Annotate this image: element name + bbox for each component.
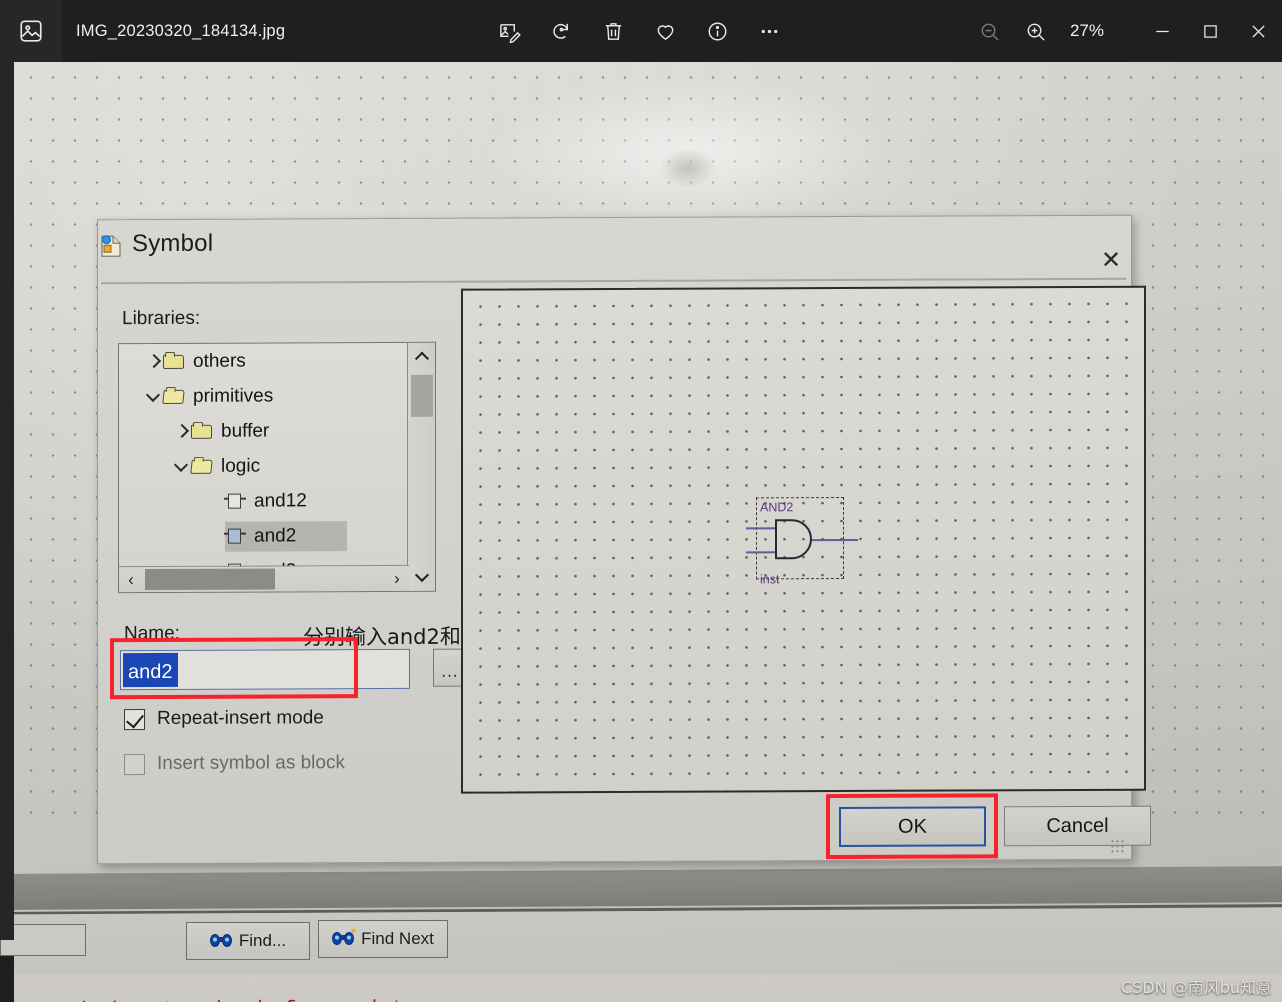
app-title-bar: IMG_20230320_184134.jpg 27%: [0, 0, 1282, 62]
instance-name-label: inst: [760, 572, 780, 587]
zoom-out-icon[interactable]: [974, 15, 1006, 47]
tree-item-and2[interactable]: and2: [119, 518, 404, 554]
scrollbar-thumb[interactable]: [145, 568, 275, 591]
more-options-icon[interactable]: [753, 15, 785, 47]
binoculars-next-icon: ✦: [332, 927, 358, 946]
find-button-label: Find...: [238, 931, 287, 950]
info-icon[interactable]: [701, 15, 733, 47]
rotate-icon[interactable]: [545, 15, 577, 47]
checkbox-icon[interactable]: [124, 753, 145, 775]
tree-item-primitives[interactable]: primitives: [119, 378, 404, 414]
symbol-file-icon: [98, 233, 124, 259]
zoom-in-icon[interactable]: [1020, 15, 1052, 47]
zoom-controls: 27%: [974, 15, 1104, 47]
resize-grip[interactable]: [1110, 838, 1126, 855]
libraries-tree[interactable]: others primitives buffer logic and12 and…: [118, 341, 436, 594]
tree-item-label: others: [193, 350, 246, 372]
tree-item-label: and12: [254, 489, 307, 512]
tree-item-logic[interactable]: logic: [119, 448, 404, 484]
title-separator: [101, 277, 1126, 284]
tree-item-others[interactable]: others: [119, 343, 404, 379]
chevron-down-icon[interactable]: [145, 387, 163, 405]
image-action-toolbar: [493, 0, 785, 62]
repeat-insert-mode-checkbox[interactable]: Repeat-insert mode: [124, 707, 324, 730]
watermark-label: CSDN @南风bu知意: [1120, 978, 1272, 997]
cancel-button[interactable]: Cancel: [1004, 805, 1151, 847]
annotation-box-name: [110, 637, 358, 700]
chevron-left-icon[interactable]: ‹: [119, 567, 143, 593]
chevron-down-icon[interactable]: [408, 565, 436, 591]
input-wire-1: [746, 527, 776, 530]
folder-icon: [163, 353, 185, 370]
close-icon[interactable]: [1234, 0, 1282, 62]
folder-open-icon: [190, 458, 213, 475]
checkbox-label: Insert symbol as block: [157, 752, 345, 774]
tree-item-label: logic: [221, 455, 261, 477]
dialog-close-icon[interactable]: ✕: [1094, 244, 1128, 278]
tree-item-buffer[interactable]: buffer: [119, 413, 404, 449]
checkbox-label: Repeat-insert mode: [157, 707, 324, 729]
folder-icon: [191, 423, 213, 440]
file-name-label: IMG_20230320_184134.jpg: [76, 21, 286, 40]
find-toolbar: Find... ✦ Find Next: [0, 920, 1268, 968]
symbol-icon: [224, 526, 246, 546]
maximize-icon[interactable]: [1186, 0, 1234, 62]
input-wire-2: [746, 551, 776, 554]
chevron-right-icon[interactable]: ›: [385, 566, 409, 592]
viewport-left-margin: [0, 0, 14, 940]
libraries-label: Libraries:: [122, 307, 201, 330]
scrollbar-thumb[interactable]: [411, 374, 433, 417]
insert-symbol-as-block-checkbox[interactable]: Insert symbol as block: [124, 752, 345, 775]
find-button[interactable]: Find...: [186, 922, 310, 960]
window-controls-group: 27%: [974, 0, 1282, 62]
tree-vertical-scrollbar[interactable]: [407, 342, 436, 591]
symbol-preview-pane[interactable]: AND2 inst: [461, 285, 1146, 794]
tree-horizontal-scrollbar[interactable]: ‹ ›: [119, 564, 409, 593]
zoom-level-label: 27%: [1069, 21, 1104, 40]
symbol-icon: [224, 491, 246, 511]
output-wire: [812, 538, 858, 541]
find-next-button[interactable]: ✦ Find Next: [318, 920, 448, 958]
dialog-title: Symbol: [132, 229, 214, 258]
chevron-down-icon[interactable]: [173, 457, 191, 475]
checkbox-icon[interactable]: [124, 708, 145, 730]
delete-icon[interactable]: [597, 15, 629, 47]
find-next-button-label: Find Next: [361, 929, 434, 948]
photos-app-window: IMG_20230320_184134.jpg 27% Find... ✦ Fi…: [0, 0, 1282, 1002]
tree-item-label: primitives: [193, 384, 274, 407]
edit-image-icon[interactable]: [493, 15, 525, 47]
annotation-box-ok: [826, 793, 998, 860]
symbol-dialog: Symbol ✕ Libraries: others primitives bu…: [97, 214, 1151, 865]
binoculars-icon: [209, 934, 232, 948]
dialog-title-bar[interactable]: Symbol ✕: [98, 216, 1131, 275]
photo-viewport[interactable]: Find... ✦ Find Next PGA website to check…: [0, 62, 1282, 1002]
chevron-right-icon[interactable]: [173, 422, 191, 440]
folder-open-icon: [162, 388, 185, 405]
symbol-name-label: AND2: [760, 500, 794, 515]
tree-item-and12[interactable]: and12: [119, 483, 404, 519]
tree-item-list: others primitives buffer logic and12 and…: [119, 343, 404, 589]
smudge-mark: [660, 148, 716, 188]
tree-item-label: and2: [254, 524, 297, 547]
chevron-right-icon[interactable]: [145, 352, 163, 370]
minimize-icon[interactable]: [1138, 0, 1186, 62]
chevron-up-icon[interactable]: [408, 343, 436, 369]
and2-symbol-preview: AND2 inst: [746, 496, 858, 587]
favorite-heart-icon[interactable]: [649, 15, 681, 47]
tree-item-label: buffer: [221, 420, 270, 442]
